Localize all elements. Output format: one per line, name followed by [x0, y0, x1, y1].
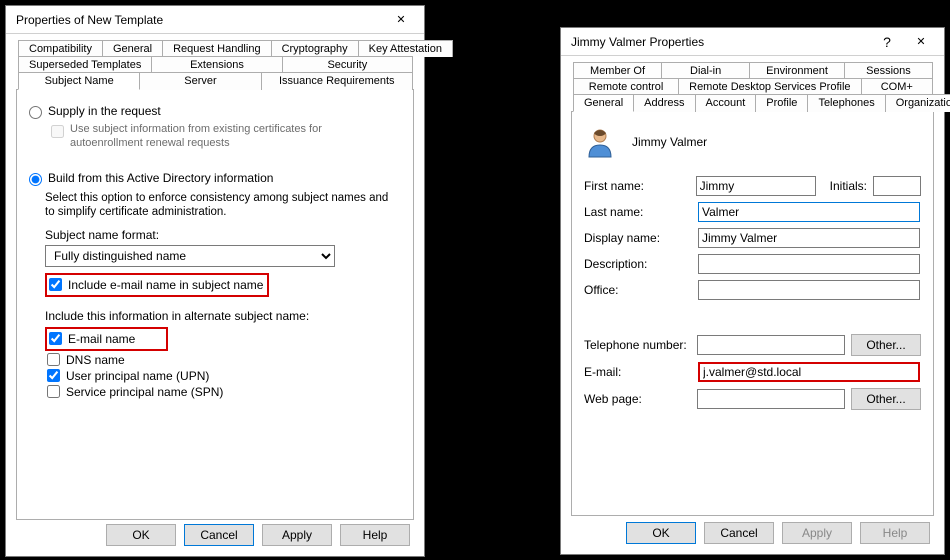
titlebar: Properties of New Template ✕ [6, 6, 424, 34]
close-icon[interactable]: ✕ [384, 9, 418, 31]
user-avatar-icon [584, 126, 616, 158]
tab-server[interactable]: Server [139, 72, 261, 90]
title: Jimmy Valmer Properties [571, 35, 704, 49]
tab-profile[interactable]: Profile [755, 94, 808, 112]
subject-name-format-combo[interactable]: Fully distinguished name [45, 245, 335, 267]
chk-alt-upn[interactable]: User principal name (UPN) [47, 369, 401, 383]
last-name-field[interactable] [698, 202, 920, 222]
help-button[interactable]: Help [340, 524, 410, 546]
first-name-field[interactable] [696, 176, 816, 196]
tab-compatibility[interactable]: Compatibility [18, 40, 103, 57]
tabs: Compatibility General Request Handling C… [16, 40, 414, 90]
tab-sessions[interactable]: Sessions [844, 62, 933, 79]
tab-telephones[interactable]: Telephones [807, 94, 885, 112]
web-page-field[interactable] [697, 389, 845, 409]
tab-remote-control[interactable]: Remote control [573, 78, 679, 95]
chk-include-email-sn[interactable]: Include e-mail name in subject name [49, 278, 263, 292]
tab-request-handling[interactable]: Request Handling [162, 40, 271, 57]
highlight-email-name: E-mail name [45, 327, 168, 351]
radio-build[interactable] [29, 173, 42, 186]
help-icon[interactable]: ? [870, 31, 904, 53]
user-properties-dialog: Jimmy Valmer Properties ? ✕ Member Of Di… [560, 27, 945, 555]
tab-security[interactable]: Security [282, 56, 413, 73]
tab-cryptography[interactable]: Cryptography [271, 40, 359, 57]
user-display-name-header: Jimmy Valmer [632, 135, 707, 149]
tab-organization[interactable]: Organization [885, 94, 950, 112]
chk-use-existing-cert-info: Use subject information from existing ce… [51, 123, 401, 151]
office-field[interactable] [698, 280, 920, 300]
display-name-label: Display name: [584, 231, 698, 245]
tabpage-subject-name: Supply in the request Use subject inform… [16, 90, 414, 520]
tab-address[interactable]: Address [633, 94, 695, 112]
initials-label: Initials: [830, 179, 867, 193]
web-label: Web page: [584, 392, 697, 406]
build-help-text: Select this option to enforce consistenc… [45, 190, 395, 218]
tab-issuance-requirements[interactable]: Issuance Requirements [261, 72, 413, 90]
checkbox-include-email-sn[interactable] [49, 278, 62, 291]
ok-button[interactable]: OK [626, 522, 696, 544]
chk-alt-spn[interactable]: Service principal name (SPN) [47, 385, 401, 399]
tab-extensions[interactable]: Extensions [151, 56, 282, 73]
initials-field[interactable] [873, 176, 921, 196]
display-name-field[interactable] [698, 228, 920, 248]
ok-button[interactable]: OK [106, 524, 176, 546]
email-label: E-mail: [584, 365, 698, 379]
help-button[interactable]: Help [860, 522, 930, 544]
email-field[interactable] [698, 362, 920, 382]
cancel-button[interactable]: Cancel [704, 522, 774, 544]
highlight-include-email-sn: Include e-mail name in subject name [45, 273, 269, 297]
telephone-other-button[interactable]: Other... [851, 334, 921, 356]
tab-environment[interactable]: Environment [749, 62, 845, 79]
telephone-label: Telephone number: [584, 338, 697, 352]
description-label: Description: [584, 257, 698, 271]
alt-subject-name-label: Include this information in alternate su… [45, 309, 401, 323]
tab-general[interactable]: General [573, 94, 634, 112]
tab-account[interactable]: Account [695, 94, 757, 112]
last-name-label: Last name: [584, 205, 698, 219]
web-other-button[interactable]: Other... [851, 388, 921, 410]
checkbox-alt-dns[interactable] [47, 353, 60, 366]
tabpage-general: Jimmy Valmer First name: Initials: Last … [571, 112, 934, 516]
use-existing-help: Use subject information from existing ce… [70, 123, 390, 151]
radio-build-label: Build from this Active Directory informa… [48, 171, 273, 185]
checkbox-alt-email[interactable] [49, 332, 62, 345]
tab-subject-name[interactable]: Subject Name [18, 72, 140, 90]
telephone-field[interactable] [697, 335, 845, 355]
close-icon[interactable]: ✕ [904, 31, 938, 53]
chk-alt-dns[interactable]: DNS name [47, 353, 401, 367]
apply-button[interactable]: Apply [782, 522, 852, 544]
tab-key-attestation[interactable]: Key Attestation [358, 40, 453, 57]
subject-name-format-label: Subject name format: [45, 228, 401, 242]
tab-com-plus[interactable]: COM+ [861, 78, 933, 95]
chk-alt-email[interactable]: E-mail name [49, 332, 135, 346]
checkbox-use-existing [51, 125, 64, 138]
apply-button[interactable]: Apply [262, 524, 332, 546]
checkbox-alt-spn[interactable] [47, 385, 60, 398]
description-field[interactable] [698, 254, 920, 274]
radio-supply[interactable] [29, 106, 42, 119]
opt-build-from-ad[interactable]: Build from this Active Directory informa… [29, 171, 401, 186]
tab-superseded-templates[interactable]: Superseded Templates [18, 56, 152, 73]
tab-member-of[interactable]: Member Of [573, 62, 662, 79]
cancel-button[interactable]: Cancel [184, 524, 254, 546]
radio-supply-label: Supply in the request [48, 104, 161, 118]
title: Properties of New Template [16, 13, 163, 27]
opt-supply-in-request[interactable]: Supply in the request [29, 104, 401, 119]
checkbox-alt-upn[interactable] [47, 369, 60, 382]
first-name-label: First name: [584, 179, 696, 193]
button-row: OK Cancel Apply Help [561, 522, 944, 544]
tab-rds-profile[interactable]: Remote Desktop Services Profile [678, 78, 861, 95]
button-row: OK Cancel Apply Help [6, 524, 424, 546]
tab-general[interactable]: General [102, 40, 163, 57]
office-label: Office: [584, 283, 698, 297]
tab-dial-in[interactable]: Dial-in [661, 62, 750, 79]
template-properties-dialog: Properties of New Template ✕ Compatibili… [5, 5, 425, 557]
tabs: Member Of Dial-in Environment Sessions R… [571, 62, 934, 112]
titlebar: Jimmy Valmer Properties ? ✕ [561, 28, 944, 56]
